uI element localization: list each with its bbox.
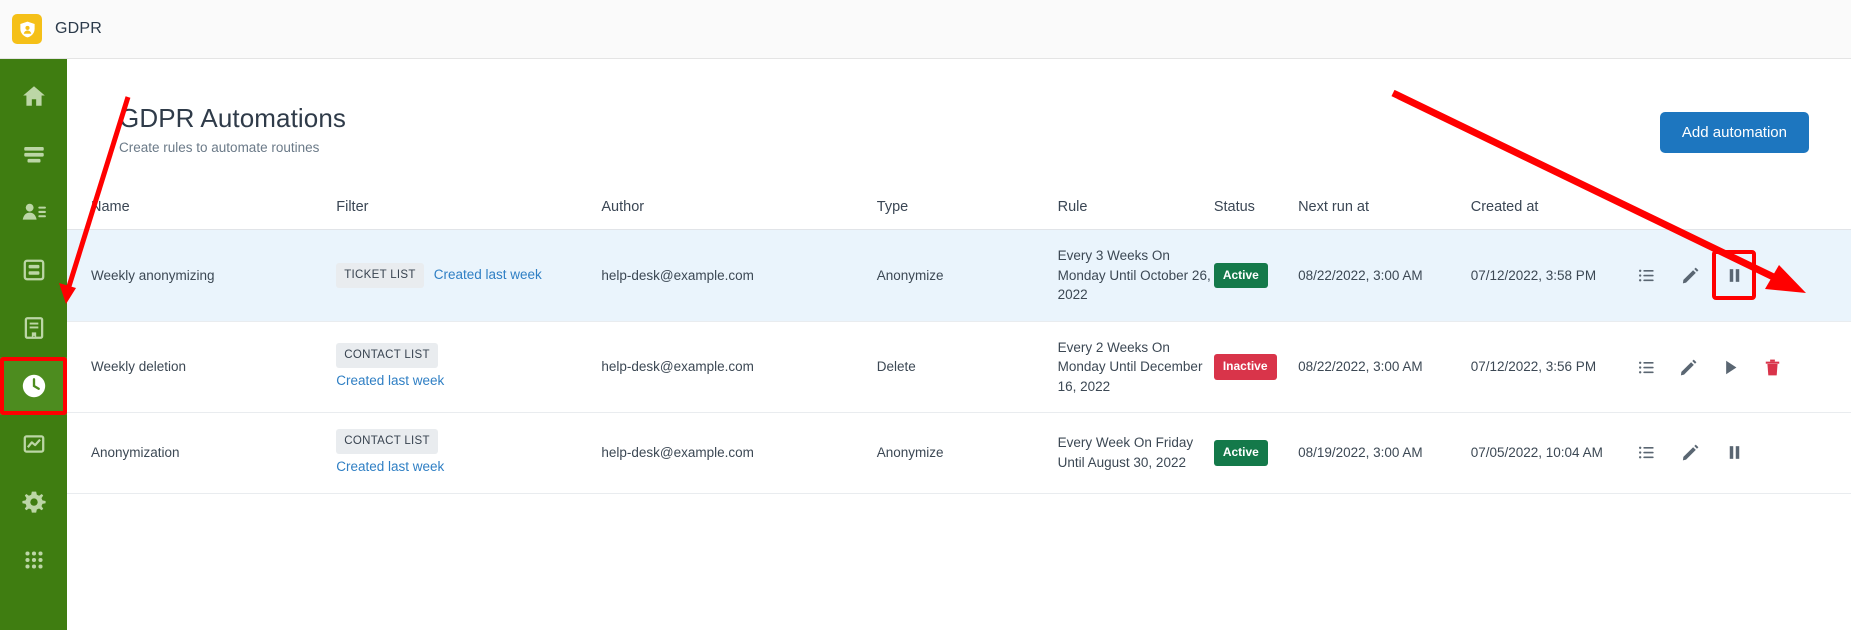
cell-created-at: 07/05/2022, 10:04 AM — [1470, 412, 1636, 494]
clock-icon — [22, 374, 45, 398]
cell-type: Anonymize — [876, 229, 1058, 322]
pencil-icon[interactable] — [1677, 356, 1699, 378]
cell-type: Delete — [876, 321, 1058, 414]
list-icon[interactable] — [1635, 264, 1657, 286]
cell-name: Anonymization — [67, 412, 337, 494]
cell-status: Active — [1213, 229, 1299, 322]
sidebar-item-home[interactable] — [0, 67, 67, 125]
column-header-rule: Rule — [1057, 193, 1214, 230]
status-badge: Active — [1213, 440, 1268, 466]
cell-author: help-desk@example.com — [601, 229, 877, 322]
app-root: GDPR GDPR Automations Create rules to au… — [0, 0, 1851, 630]
cell-next-run-at: 08/22/2022, 3:00 AM — [1298, 321, 1471, 414]
cell-filter: CONTACT LIST Created last week — [336, 412, 602, 494]
column-header-type: Type — [876, 193, 1058, 230]
cell-rule: Every Week On Friday Until August 30, 20… — [1057, 412, 1214, 494]
table-row[interactable]: Anonymization CONTACT LIST Created last … — [67, 412, 1851, 494]
column-header-name: Name — [67, 193, 337, 230]
page-subtitle: Create rules to automate routines — [119, 140, 320, 155]
cell-rule: Every 2 Weeks On Monday Until December 1… — [1057, 321, 1214, 414]
home-icon — [22, 86, 45, 106]
status-badge: Active — [1213, 262, 1268, 289]
cell-name: Weekly deletion — [67, 321, 337, 414]
sidebar-item-contacts[interactable] — [0, 183, 67, 241]
cell-filter: TICKET LIST Created last week — [336, 229, 602, 322]
cell-created-at: 07/12/2022, 3:56 PM — [1470, 321, 1636, 414]
user-list-icon — [22, 203, 46, 220]
pencil-icon[interactable] — [1679, 442, 1701, 464]
chart-icon — [23, 435, 44, 453]
filter-chip: CONTACT LIST — [336, 429, 438, 455]
topbar: GDPR — [0, 0, 1851, 59]
shield-user-icon — [12, 14, 42, 44]
main-content: GDPR Automations Create rules to automat… — [67, 59, 1851, 630]
pause-icon[interactable] — [1712, 250, 1757, 301]
cell-actions — [1635, 229, 1851, 322]
sidebar-item-reports[interactable] — [0, 415, 67, 473]
cell-author: help-desk@example.com — [601, 321, 877, 414]
cell-filter: CONTACT LIST Created last week — [336, 321, 602, 414]
database-icon — [23, 259, 44, 281]
list-icon[interactable] — [1635, 442, 1657, 464]
brand-title: GDPR — [55, 20, 103, 37]
sidebar-item-database[interactable] — [0, 241, 67, 299]
filter-chip: CONTACT LIST — [336, 343, 438, 369]
column-header-next-run: Next run at — [1298, 193, 1471, 230]
filter-link[interactable]: Created last week — [336, 457, 601, 477]
cell-next-run-at: 08/22/2022, 3:00 AM — [1298, 229, 1471, 322]
cell-status: Active — [1213, 412, 1299, 494]
pause-icon[interactable] — [1723, 442, 1745, 464]
column-header-created-at: Created at — [1470, 193, 1636, 230]
list-icon[interactable] — [1635, 356, 1657, 378]
page-header: GDPR Automations Create rules to automat… — [67, 59, 1851, 155]
cell-type: Anonymize — [876, 412, 1058, 494]
cell-actions — [1635, 412, 1851, 494]
column-header-actions — [1635, 193, 1851, 230]
cell-status: Inactive — [1213, 321, 1299, 414]
sidebar-item-automations[interactable] — [0, 357, 67, 415]
cell-created-at: 07/12/2022, 3:58 PM — [1470, 229, 1636, 322]
sidebar-item-apps[interactable] — [0, 531, 67, 589]
cell-next-run-at: 08/19/2022, 3:00 AM — [1298, 412, 1471, 494]
filter-chip: TICKET LIST — [336, 263, 424, 288]
sidebar-item-documents[interactable] — [0, 299, 67, 357]
cell-rule: Every 3 Weeks On Monday Until October 26… — [1057, 229, 1214, 322]
trash-icon[interactable] — [1761, 356, 1783, 378]
table-header-row: Name Filter Author Type Rule Status Next… — [67, 193, 1851, 230]
sidebar-item-lists[interactable] — [0, 125, 67, 183]
gear-icon — [21, 491, 46, 513]
page-title: GDPR Automations — [119, 103, 347, 133]
add-automation-button[interactable]: Add automation — [1659, 112, 1809, 153]
pencil-icon[interactable] — [1679, 264, 1701, 286]
list-lines-icon — [23, 146, 44, 163]
grid-apps-icon — [24, 551, 43, 569]
sidebar — [0, 59, 67, 630]
column-header-author: Author — [601, 193, 877, 230]
table-row[interactable]: Weekly deletion CONTACT LIST Created las… — [67, 321, 1851, 414]
cell-author: help-desk@example.com — [601, 412, 877, 494]
play-icon[interactable] — [1719, 356, 1741, 378]
filter-link[interactable]: Created last week — [434, 267, 542, 282]
automations-table: Name Filter Author Type Rule Status Next… — [67, 193, 1851, 494]
book-icon — [24, 317, 43, 339]
filter-link[interactable]: Created last week — [336, 371, 601, 391]
cell-actions — [1635, 321, 1851, 414]
sidebar-item-settings[interactable] — [0, 473, 67, 531]
status-badge: Inactive — [1213, 354, 1277, 380]
column-header-status: Status — [1213, 193, 1299, 230]
cell-name: Weekly anonymizing — [67, 229, 337, 322]
column-header-filter: Filter — [336, 193, 602, 230]
table-row[interactable]: Weekly anonymizing TICKET LIST Created la… — [67, 229, 1851, 322]
